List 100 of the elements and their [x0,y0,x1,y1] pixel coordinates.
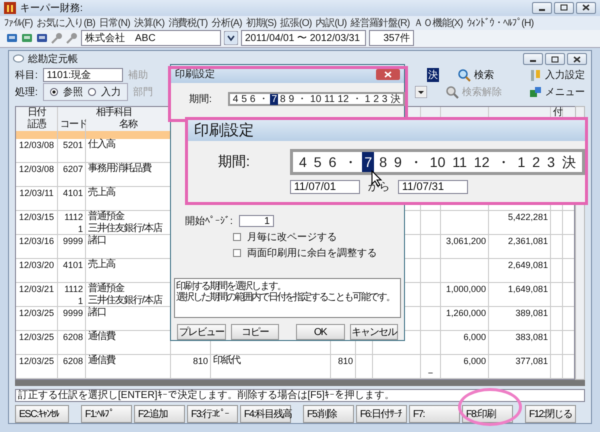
month-option[interactable]: 9 [288,94,296,104]
dropdown-icon[interactable] [415,86,427,98]
menu-button[interactable]: メニュー [529,85,585,99]
month-option[interactable]: ・ [341,152,360,172]
horizontal-scrollbar[interactable] [15,380,585,386]
highlight-circle [458,388,522,426]
wrench-icon [529,68,542,82]
app-icon [4,2,16,14]
month-option[interactable]: 決 [389,94,402,104]
menu-item[interactable]: ｳｨﾝﾄﾞｳ・ﾍﾙﾌﾟ(H) [466,16,534,29]
function-key[interactable]: F7: [409,405,460,423]
minimize-button[interactable] [532,2,552,14]
input-settings-button[interactable]: 入力設定 [529,68,585,82]
function-key[interactable]: F1:ﾍﾙﾌﾟ [81,405,132,423]
date-from-field[interactable]: 11/07/01 [290,180,360,194]
month-option[interactable]: 8 [279,94,287,104]
table-cell: − [421,367,441,379]
dialog-button[interactable]: キャンセル [350,324,398,340]
start-page-field[interactable]: 1 [238,215,274,227]
menu-item[interactable]: 決算(K) [134,16,164,30]
save-icon[interactable] [6,32,18,44]
menu-item[interactable]: 消費税(T) [168,16,208,30]
function-key[interactable]: F5:削除 [303,405,354,423]
menu-item[interactable]: 初期(S) [246,16,276,30]
function-key[interactable]: F4:科目残高 [240,405,291,423]
search-clear-icon [446,86,459,98]
maximize-button[interactable] [554,2,574,14]
month-option[interactable]: 4 [232,94,240,104]
month-option[interactable]: 6 [326,152,338,172]
dialog-button[interactable]: OK [296,324,344,340]
menu-item[interactable]: お気に入り(B) [36,16,96,30]
radio-button[interactable] [50,88,58,96]
menu-item[interactable]: 分析(A) [212,16,242,30]
month-option[interactable]: 11 [450,152,469,172]
month-option[interactable]: 10 [428,152,448,172]
menu-item[interactable]: ﾌｧｲﾙ(F) [4,16,33,29]
month-option[interactable]: 12 [472,152,492,172]
checkbox[interactable] [233,233,241,241]
dropdown-icon[interactable] [224,31,238,46]
checkbox[interactable] [233,249,241,257]
month-option[interactable]: 6 [248,94,256,104]
month-option[interactable]: ・ [350,94,363,104]
month-option[interactable]: 2 [372,94,380,104]
maximize-button[interactable] [545,53,565,65]
function-key[interactable]: F12:閉じる [525,405,576,423]
menu-item[interactable]: 内訳(U) [316,16,347,30]
account-label: 科目: [15,68,38,82]
image-icon[interactable] [36,32,48,44]
menu-item[interactable]: 拡張(O) [280,16,312,30]
period-end-tag[interactable]: 決 [427,68,439,82]
month-option[interactable]: ・ [257,94,270,104]
month-option[interactable]: ・ [296,94,308,104]
month-option[interactable]: 11 [323,94,336,104]
radio-button[interactable] [88,88,96,96]
checkbox-label: 月毎に改ページする [247,231,337,244]
column-header: 名称 [86,119,171,131]
column-header: コード [58,119,86,131]
menu-item[interactable]: 日常(N) [99,16,130,30]
minimize-button[interactable] [523,53,543,65]
month-option[interactable]: 9 [392,152,404,172]
month-option[interactable]: 3 [380,94,388,104]
month-option[interactable]: 1 [515,152,528,172]
month-option[interactable]: 決 [560,152,578,172]
month-option[interactable]: 12 [336,94,350,104]
radio-label: 参照 [62,86,83,99]
month-option[interactable]: 8 [377,152,389,172]
close-button[interactable] [576,2,596,14]
function-key[interactable]: F6:日付ｻｰﾁ [356,405,407,423]
dialog-button[interactable]: プレビュー [177,324,226,340]
close-button[interactable] [567,53,587,65]
month-option[interactable]: 4 [297,152,309,172]
month-option[interactable]: ・ [494,152,512,172]
search-button[interactable]: 検索 [458,68,494,82]
month-option[interactable]: 7 [362,152,374,172]
close-icon [582,4,590,12]
help-text: 選択した期間の範囲内で日付を指定することも可能です。 [176,292,394,303]
function-key[interactable]: ESC:ｷｬﾝｾﾙ [15,405,69,423]
dialog-button[interactable]: コピー [230,324,279,340]
month-option[interactable]: 7 [270,94,278,104]
menu-item[interactable]: ＡＯ機能(X) [414,16,463,30]
function-key[interactable]: F2:追加 [134,405,185,423]
month-option[interactable]: 5 [312,152,324,172]
import-icon[interactable] [21,32,33,44]
puzzle-icon [529,86,542,98]
function-key[interactable]: F3:行ｺﾋﾟｰ [187,405,238,423]
month-option[interactable]: 1 [364,94,372,104]
company-field[interactable]: 株式会社 ABC [81,30,221,46]
month-option[interactable]: 3 [545,152,557,172]
window-title: キーパー財務: [20,2,83,15]
month-option[interactable]: 5 [240,94,248,104]
date-to-field[interactable]: 11/07/31 [398,180,468,194]
menu-item[interactable]: 経営羅針盤(R) [350,16,410,30]
function-key[interactable]: F8:印刷 [462,405,513,423]
month-option[interactable]: 2 [530,152,542,172]
account-select[interactable]: 1101:現金 [42,68,123,82]
period-field: 2011/04/01 〜 2012/03/31 [241,30,366,46]
month-option[interactable]: 10 [309,94,322,104]
sub-account-label: 補助 [128,68,148,82]
month-option[interactable]: ・ [406,152,425,172]
ledger-title: 総勘定元帳 [28,52,78,66]
